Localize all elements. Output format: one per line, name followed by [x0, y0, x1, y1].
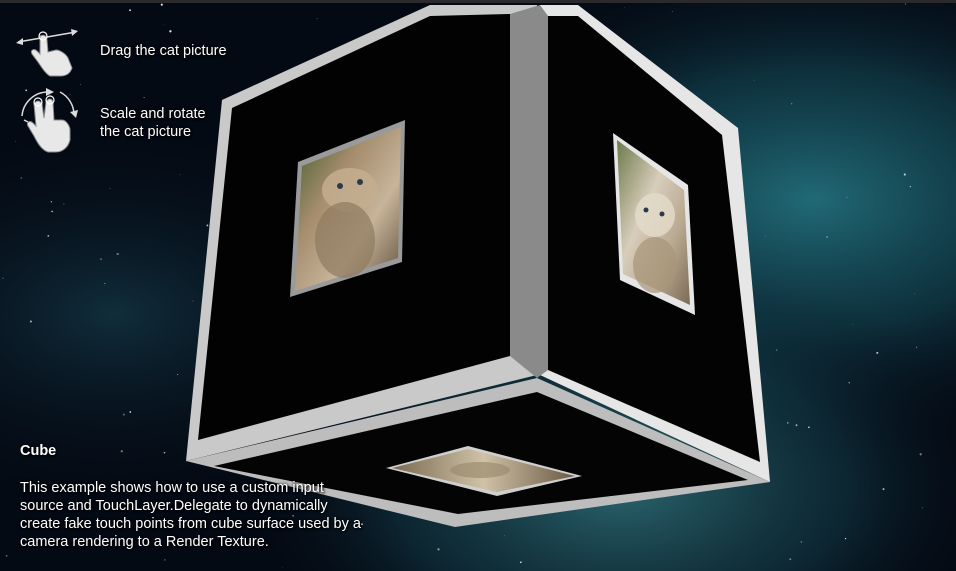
star [753, 79, 755, 81]
star [671, 10, 673, 12]
star [765, 235, 766, 237]
star [192, 300, 194, 302]
star [882, 488, 885, 491]
star [47, 234, 50, 237]
star [206, 224, 209, 227]
star [116, 252, 119, 256]
star [919, 453, 922, 456]
star [826, 236, 828, 238]
star [179, 174, 181, 176]
example-description: This example shows how to use a custom i… [20, 480, 361, 550]
star [162, 23, 164, 25]
star [914, 293, 915, 295]
star [852, 323, 853, 325]
star [177, 373, 179, 376]
cube-edge-shadow [510, 5, 548, 378]
star [20, 177, 23, 179]
star [163, 451, 166, 454]
star [775, 349, 778, 351]
drag-hint-label: Drag the cat picture [100, 43, 227, 59]
drag-hand-icon [16, 29, 78, 77]
star [29, 320, 32, 323]
star [808, 426, 810, 429]
top-border [0, 0, 956, 3]
star [282, 566, 284, 568]
scale-rotate-hint-label: Scale and rotate the cat picture [100, 106, 206, 140]
star [129, 9, 131, 12]
rotate-hand-icon [21, 88, 78, 153]
star [519, 561, 522, 564]
star [169, 30, 172, 33]
star [2, 277, 4, 280]
star [846, 197, 848, 199]
star [164, 559, 166, 561]
star [160, 3, 163, 6]
star [909, 185, 912, 188]
star [51, 210, 53, 213]
star [904, 3, 907, 5]
star [800, 541, 802, 543]
star [100, 258, 103, 261]
star [922, 507, 924, 509]
star [50, 201, 53, 203]
star [844, 537, 847, 540]
star [122, 413, 125, 416]
example-title: Cube [20, 443, 57, 459]
star [876, 351, 879, 354]
star [120, 450, 123, 453]
star [104, 282, 106, 285]
star [624, 7, 626, 8]
star [129, 411, 132, 413]
star [80, 83, 82, 85]
star [5, 554, 8, 557]
star [789, 558, 792, 561]
star [916, 346, 918, 348]
star [848, 382, 850, 384]
star [787, 422, 789, 424]
star [504, 535, 506, 537]
star [437, 548, 440, 551]
star [316, 18, 318, 19]
star [791, 103, 793, 105]
star [63, 203, 65, 205]
star [903, 173, 906, 176]
star [143, 97, 145, 99]
star [109, 188, 111, 189]
star [795, 424, 798, 427]
